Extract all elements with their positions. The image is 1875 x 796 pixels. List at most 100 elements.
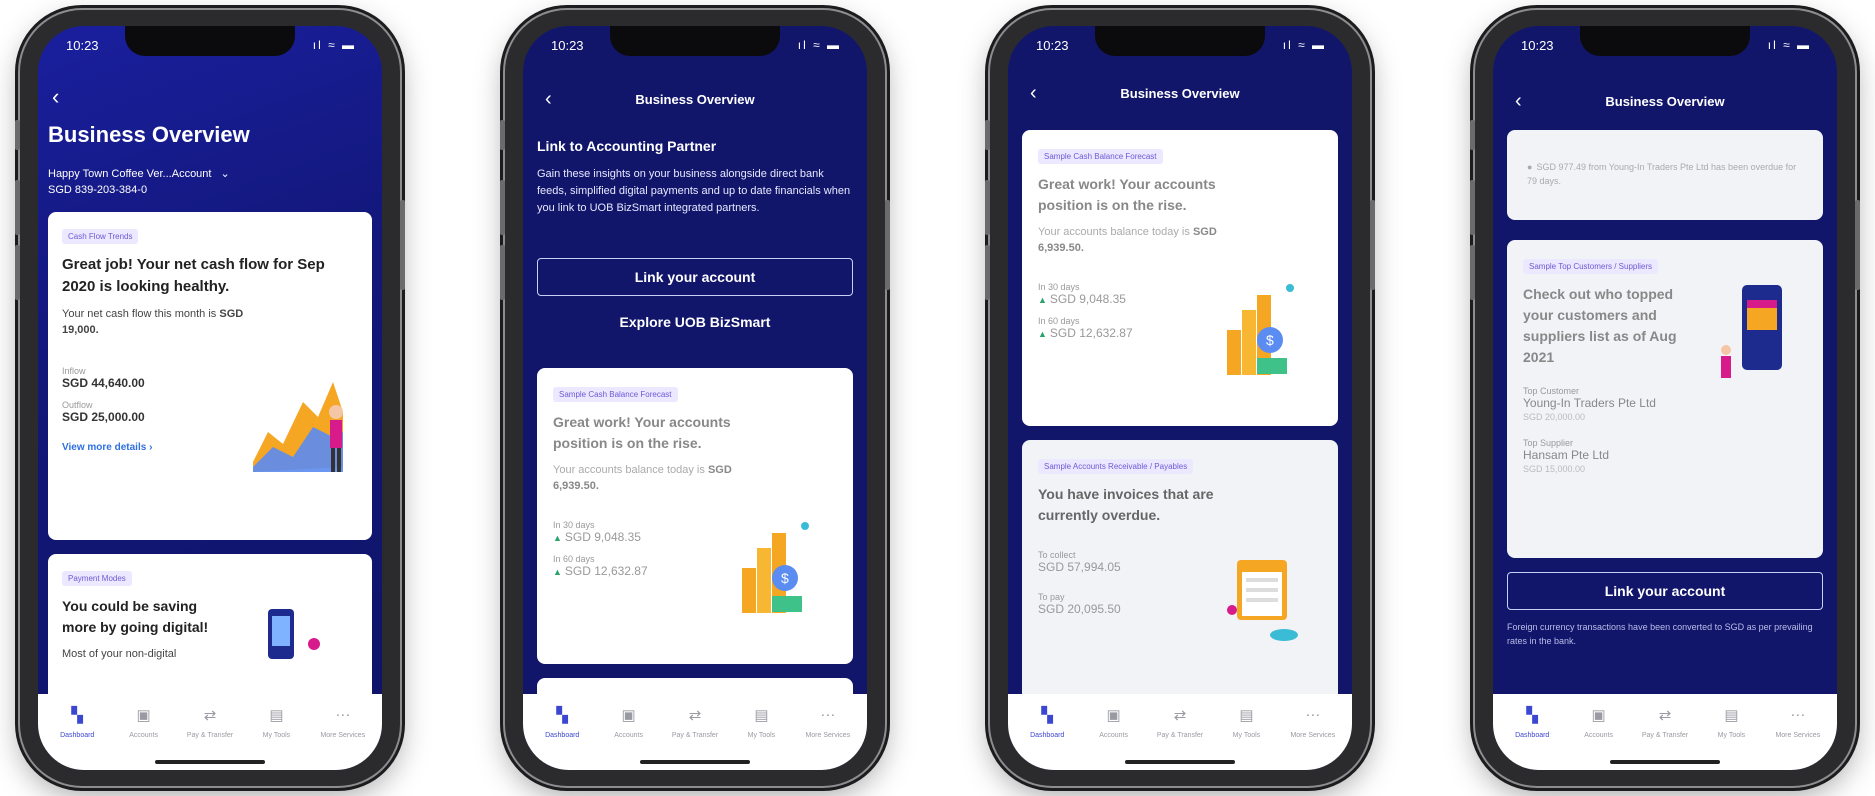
tab-more-services[interactable]: ··· More Services (1280, 694, 1346, 770)
account-name: Happy Town Coffee Ver...Account (48, 168, 212, 180)
nav-bar: ‹ Business Overview (1493, 88, 1837, 118)
more-icon: ··· (335, 706, 351, 723)
card-tag: Sample Top Customers / Suppliers (1523, 259, 1659, 274)
tab-more-services[interactable]: ··· More Services (1765, 694, 1831, 770)
more-icon: ··· (1790, 706, 1806, 723)
power-button (1855, 200, 1860, 290)
phone-mockup-3: 10:23 ıl ≈ ▬ ‹ Business Overview Sample … (985, 10, 1375, 786)
screen-forecast-invoices: 10:23 ıl ≈ ▬ ‹ Business Overview Sample … (1008, 26, 1352, 770)
tools-icon: ▤ (1239, 707, 1254, 724)
power-button (400, 200, 405, 290)
explore-bizsmart-link[interactable]: Explore UOB BizSmart (523, 314, 867, 330)
mute-switch (1470, 120, 1475, 150)
card-headline: Great work! Your accounts position is on… (1038, 176, 1216, 213)
status-time: 10:23 (551, 38, 584, 53)
tab-more-services[interactable]: ··· More Services (795, 694, 861, 770)
link-account-button[interactable]: Link your account (537, 258, 853, 296)
tools-icon: ▤ (269, 707, 284, 724)
tab-my-tools[interactable]: ▤ My Tools (1698, 694, 1764, 770)
bottom-tab-bar: ▚ Dashboard ▣ Accounts ⇄ Pay & Transfer ▤ My… (1008, 694, 1352, 770)
section-description: Gain these insights on your business alo… (537, 168, 851, 214)
card-body: Your accounts balance today is SGD 6,939… (553, 464, 732, 492)
top-customer-name: Young-In Traders Pte Ltd (1523, 396, 1656, 410)
more-icon: ··· (1305, 706, 1321, 723)
transfer-icon: ⇄ (1173, 707, 1187, 724)
more-icon: ··· (820, 706, 836, 723)
tab-label: More Services (320, 732, 366, 739)
status-icons: ıl ≈ ▬ (1767, 38, 1811, 52)
tab-label: Dashboard (1515, 732, 1550, 739)
tab-pay-transfer[interactable]: ⇄ Pay & Transfer (1147, 694, 1213, 770)
card-headline: You have invoices that are currently ove… (1038, 486, 1214, 523)
tab-accounts[interactable]: ▣ Accounts (1565, 694, 1631, 770)
arrow-up-icon: ▲ (1038, 329, 1047, 339)
tab-accounts[interactable]: ▣ Accounts (1080, 694, 1146, 770)
tab-pay-transfer[interactable]: ⇄ Pay & Transfer (177, 694, 243, 770)
tab-accounts[interactable]: ▣ Accounts (110, 694, 176, 770)
transfer-icon: ⇄ (203, 707, 217, 724)
svg-text:$: $ (781, 570, 789, 586)
tab-label: My Tools (262, 732, 291, 739)
nav-title: Business Overview (1605, 94, 1725, 109)
power-button (1370, 200, 1375, 290)
card-tag: Sample Accounts Receivable / Payables (1038, 459, 1194, 474)
cash-flow-card[interactable]: Cash Flow Trends Great job! Your net cas… (48, 212, 372, 540)
card-tag: Sample Cash Balance Forecast (553, 387, 678, 402)
link-account-button[interactable]: Link your account (1507, 572, 1823, 610)
volume-down-button (500, 245, 505, 300)
power-button (885, 200, 890, 290)
arrow-up-icon: ▲ (1038, 295, 1047, 305)
payment-modes-card[interactable]: Payment Modes You could be saving more b… (48, 554, 372, 714)
tab-accounts[interactable]: ▣ Accounts (595, 694, 661, 770)
cash-forecast-card[interactable]: Sample Cash Balance Forecast Great work!… (537, 368, 853, 664)
tab-label: Accounts (129, 732, 158, 739)
nav-title: Business Overview (635, 92, 755, 107)
tab-pay-transfer[interactable]: ⇄ Pay & Transfer (662, 694, 728, 770)
account-selector[interactable]: Happy Town Coffee Ver...Account ⌄ SGD 83… (48, 166, 230, 198)
top-supplier-value: SGD 15,000.00 (1523, 464, 1586, 474)
shop-phone-illustration (1721, 285, 1782, 378)
tab-dashboard[interactable]: ▚ Dashboard (44, 694, 110, 770)
top-supplier-name: Hansam Pte Ltd (1523, 448, 1610, 462)
tab-label: My Tools (1232, 732, 1261, 739)
screen-link-accounting: 10:23 ıl ≈ ▬ ‹ Business Overview Link to… (523, 26, 867, 770)
card-body: Your net cash flow this month is SGD 19,… (62, 308, 244, 336)
back-button[interactable]: ‹ (52, 84, 59, 110)
currency-footnote: Foreign currency transactions have been … (1507, 622, 1813, 646)
bottom-tab-bar: ▚ Dashboard ▣ Accounts ⇄ Pay & Transfer ▤ My… (523, 694, 867, 770)
status-icons: ıl ≈ ▬ (312, 38, 356, 52)
tab-pay-transfer[interactable]: ⇄ Pay & Transfer (1632, 694, 1698, 770)
bottom-tab-bar: ▚ Dashboard ▣ Accounts ⇄ Pay & Transfer ▤ My… (38, 694, 382, 770)
overdue-notice-card[interactable]: ● SGD 977.49 from Young-In Traders Pte Lt… (1507, 130, 1823, 220)
top-customers-card[interactable]: Sample Top Customers / Suppliers Check o… (1507, 240, 1823, 558)
digital-payment-illustration (268, 609, 320, 659)
tools-icon: ▤ (754, 707, 769, 724)
tools-icon: ▤ (1724, 707, 1739, 724)
status-time: 10:23 (1036, 38, 1069, 53)
overdue-notice: ● SGD 977.49 from Young-In Traders Pte Lt… (1527, 162, 1797, 186)
tab-dashboard[interactable]: ▚ Dashboard (1499, 694, 1565, 770)
calendar-invoice-illustration (1227, 560, 1298, 641)
dashboard-icon: ▚ (556, 707, 568, 724)
tab-my-tools[interactable]: ▤ My Tools (728, 694, 794, 770)
mute-switch (985, 120, 990, 150)
tab-my-tools[interactable]: ▤ My Tools (1213, 694, 1279, 770)
dashboard-icon: ▚ (71, 707, 83, 724)
tab-more-services[interactable]: ··· More Services (310, 694, 376, 770)
tab-dashboard[interactable]: ▚ Dashboard (529, 694, 595, 770)
tab-label: Accounts (1099, 732, 1128, 739)
card-tag: Sample Cash Balance Forecast (1038, 149, 1163, 164)
nav-title: Business Overview (1120, 86, 1240, 101)
volume-up-button (985, 180, 990, 235)
section-heading: Link to Accounting Partner (537, 138, 717, 154)
transfer-icon: ⇄ (688, 707, 702, 724)
svg-text:$: $ (1266, 332, 1274, 348)
home-indicator (1610, 760, 1720, 764)
accounts-icon: ▣ (136, 707, 151, 724)
status-time: 10:23 (1521, 38, 1554, 53)
status-icons: ıl ≈ ▬ (1282, 38, 1326, 52)
cash-forecast-card[interactable]: Sample Cash Balance Forecast Great work!… (1022, 130, 1338, 426)
tab-dashboard[interactable]: ▚ Dashboard (1014, 694, 1080, 770)
tab-my-tools[interactable]: ▤ My Tools (243, 694, 309, 770)
phone-mockup-1: 10:23 ıl ≈ ▬ ‹ Business Overview Happy T… (15, 10, 405, 786)
